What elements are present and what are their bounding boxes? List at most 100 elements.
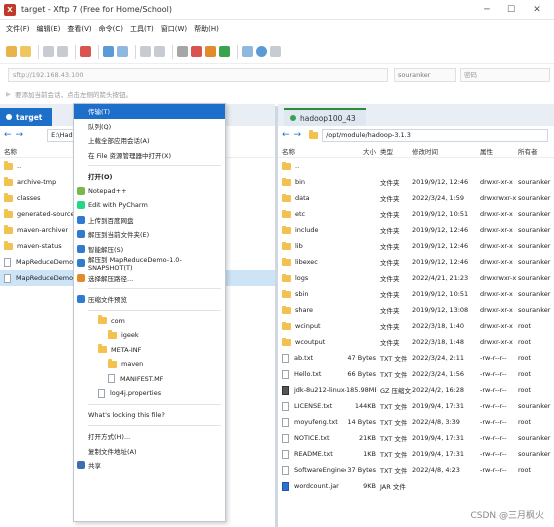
disconnect-icon[interactable]	[57, 46, 68, 57]
tab-local-target[interactable]: target	[0, 108, 53, 126]
context-menu-item[interactable]: 在 File 资源管理器中打开(X)	[74, 148, 225, 163]
col-header[interactable]: 名称	[278, 146, 346, 156]
table-row[interactable]: Hello.txt 66 Bytes TXT 文件 2022/3/24, 1:56 -r…	[278, 366, 554, 382]
context-menu-item[interactable]: igeek	[74, 328, 225, 343]
col-header[interactable]: 类型	[376, 146, 412, 156]
menu-4[interactable]: 工具(T)	[130, 24, 154, 34]
col-header[interactable]: 大小	[346, 146, 376, 156]
table-row[interactable]: etc 文件夹 2019/9/12, 10:51 drwxr-xr-x souranke…	[278, 206, 554, 222]
layout-icon[interactable]	[242, 46, 253, 57]
username-input[interactable]: souranker	[394, 68, 456, 82]
table-row[interactable]: ..	[278, 158, 554, 174]
close-button[interactable]: ✕	[526, 0, 548, 20]
context-menu-item[interactable]: 选择解压路径...	[74, 271, 225, 286]
context-menu-item[interactable]: 共享	[74, 458, 225, 473]
context-menu-item[interactable]: 打开方式(H)...	[74, 429, 225, 444]
table-row[interactable]: NOTICE.txt 21KB TXT 文件 2019/9/4, 17:31 -rw-r…	[278, 430, 554, 446]
green-icon[interactable]	[219, 46, 230, 57]
table-row[interactable]: wcinput 文件夹 2022/3/18, 1:40 drwxr-xr-x root	[278, 318, 554, 334]
menu-item-icon	[77, 230, 85, 238]
context-menu-item[interactable]: 传输(T)	[74, 104, 225, 119]
table-row[interactable]: include 文件夹 2019/9/12, 12:46 drwxr-xr-x sour…	[278, 222, 554, 238]
settings-icon[interactable]	[177, 46, 188, 57]
context-menu-item[interactable]: What's locking this file?	[74, 408, 225, 423]
transfer-icon[interactable]	[80, 46, 91, 57]
maximize-button[interactable]: ☐	[500, 0, 522, 20]
table-row[interactable]: libexec 文件夹 2019/9/12, 12:46 drwxr-xr-x sour…	[278, 254, 554, 270]
menu-6[interactable]: 帮助(H)	[194, 24, 219, 34]
item-name: wcinput	[295, 322, 321, 330]
context-menu-item[interactable]: META-INF	[74, 343, 225, 358]
back-icon[interactable]: ←	[282, 130, 290, 140]
forward-icon[interactable]: →	[294, 130, 302, 140]
item-name: Hello.txt	[294, 370, 322, 378]
folder-icon	[282, 162, 291, 170]
table-row[interactable]: wordcount.jar 9KB JAR 文件	[278, 478, 554, 494]
table-row[interactable]: wcoutput 文件夹 2022/3/18, 1:48 drwxr-xr-x root	[278, 334, 554, 350]
table-row[interactable]: jdk-8u212-linux-x64....185.98MB GZ 压缩文...…	[278, 382, 554, 398]
context-menu-item[interactable]: 上载全部应用会话(A)	[74, 133, 225, 148]
cell-owner: souranker	[518, 178, 551, 186]
host-input[interactable]: sftp://192.168.43.100	[8, 68, 388, 82]
context-menu-item[interactable]: 复制文件地址(A)	[74, 444, 225, 459]
col-header[interactable]: 所有者	[518, 146, 552, 156]
table-row[interactable]: data 文件夹 2022/3/24, 1:59 drwxrwxr-x souranke…	[278, 190, 554, 206]
context-menu-item[interactable]: 解压到 MapReduceDemo-1.0-SNAPSHOT(T)	[74, 256, 225, 272]
remote-path-input[interactable]: /opt/module/hadoop-3.1.3	[322, 128, 549, 142]
view-icon[interactable]	[117, 46, 128, 57]
context-menu-item[interactable]: log4j.properties	[74, 386, 225, 401]
table-row[interactable]: lib 文件夹 2019/9/12, 12:46 drwxr-xr-x souranke…	[278, 238, 554, 254]
context-menu-item[interactable]: Notepad++	[74, 184, 225, 199]
col-name[interactable]: 名称	[4, 146, 17, 156]
context-menu-item[interactable]: 打开(O)	[74, 169, 225, 184]
context-menu-item[interactable]: 压缩文件预览	[74, 292, 225, 307]
menu-0[interactable]: 文件(F)	[6, 24, 30, 34]
sync-icon[interactable]	[154, 46, 165, 57]
forward-icon[interactable]: →	[16, 130, 24, 140]
menu-5[interactable]: 窗口(W)	[161, 24, 187, 34]
col-header[interactable]: 属性	[480, 146, 518, 156]
context-menu-item[interactable]: com	[74, 314, 225, 329]
table-row[interactable]: share 文件夹 2019/9/12, 13:08 drwxr-xr-x souran…	[278, 302, 554, 318]
tab-remote-hadoop[interactable]: hadoop100_43	[284, 108, 366, 126]
open-folder-icon[interactable]	[20, 46, 31, 57]
context-menu-item[interactable]: MANIFEST.MF	[74, 372, 225, 387]
xshell-icon[interactable]	[191, 46, 202, 57]
table-row[interactable]: README.txt 1KB TXT 文件 2019/9/4, 17:31 -rw-r-…	[278, 446, 554, 462]
cell-type: TXT 文件	[380, 451, 408, 459]
context-menu-item[interactable]: 上传到百度网盘	[74, 213, 225, 228]
table-row[interactable]: ab.txt 47 Bytes TXT 文件 2022/3/24, 2:11 -rw-r…	[278, 350, 554, 366]
context-menu-item[interactable]: 队列(Q)	[74, 119, 225, 134]
table-row[interactable]: moyufeng.txt 14 Bytes TXT 文件 2022/4/8, 3:39…	[278, 414, 554, 430]
table-row[interactable]: bin 文件夹 2019/9/12, 12:46 drwxr-xr-x souranke…	[278, 174, 554, 190]
cell-type: TXT 文件	[380, 355, 408, 363]
context-menu-item[interactable]: Edit with PyCharm	[74, 198, 225, 213]
table-row[interactable]: logs 文件夹 2022/4/21, 21:23 drwxrwxr-x sourank…	[278, 270, 554, 286]
more-icon[interactable]	[270, 46, 281, 57]
new-session-icon[interactable]	[6, 46, 17, 57]
menu-2[interactable]: 查看(V)	[67, 24, 91, 34]
xftp-logo-icon: X	[4, 3, 16, 16]
menu-1[interactable]: 编辑(E)	[37, 24, 61, 34]
cell-mtime: 2022/4/8, 4:23	[412, 466, 460, 474]
password-input[interactable]: 密码	[460, 68, 550, 82]
help-icon[interactable]	[256, 46, 267, 57]
properties-icon[interactable]	[140, 46, 151, 57]
connect-icon[interactable]	[43, 46, 54, 57]
refresh-icon[interactable]	[103, 46, 114, 57]
folder-icon	[282, 322, 291, 330]
context-menu-item[interactable]: maven	[74, 357, 225, 372]
col-header[interactable]: 修改时间	[412, 146, 480, 156]
table-row[interactable]: SoftwareEngineerin...37 Bytes TXT 文件 2022/…	[278, 462, 554, 478]
arrow-icon[interactable]: ▶	[6, 90, 11, 98]
cell-type: 文件夹	[380, 259, 400, 267]
table-row[interactable]: sbin 文件夹 2019/9/12, 10:51 drwxr-xr-x sourank…	[278, 286, 554, 302]
minimize-button[interactable]: ─	[476, 0, 498, 20]
file-icon	[282, 465, 289, 475]
back-icon[interactable]: ←	[4, 130, 12, 140]
menu-3[interactable]: 命令(C)	[99, 24, 123, 34]
lock-icon[interactable]	[205, 46, 216, 57]
table-row[interactable]: LICENSE.txt 144KB TXT 文件 2019/9/4, 17:31 -rw…	[278, 398, 554, 414]
context-menu-item[interactable]: 解压到当前文件夹(E)	[74, 227, 225, 242]
cell-owner: souranker	[518, 290, 551, 298]
